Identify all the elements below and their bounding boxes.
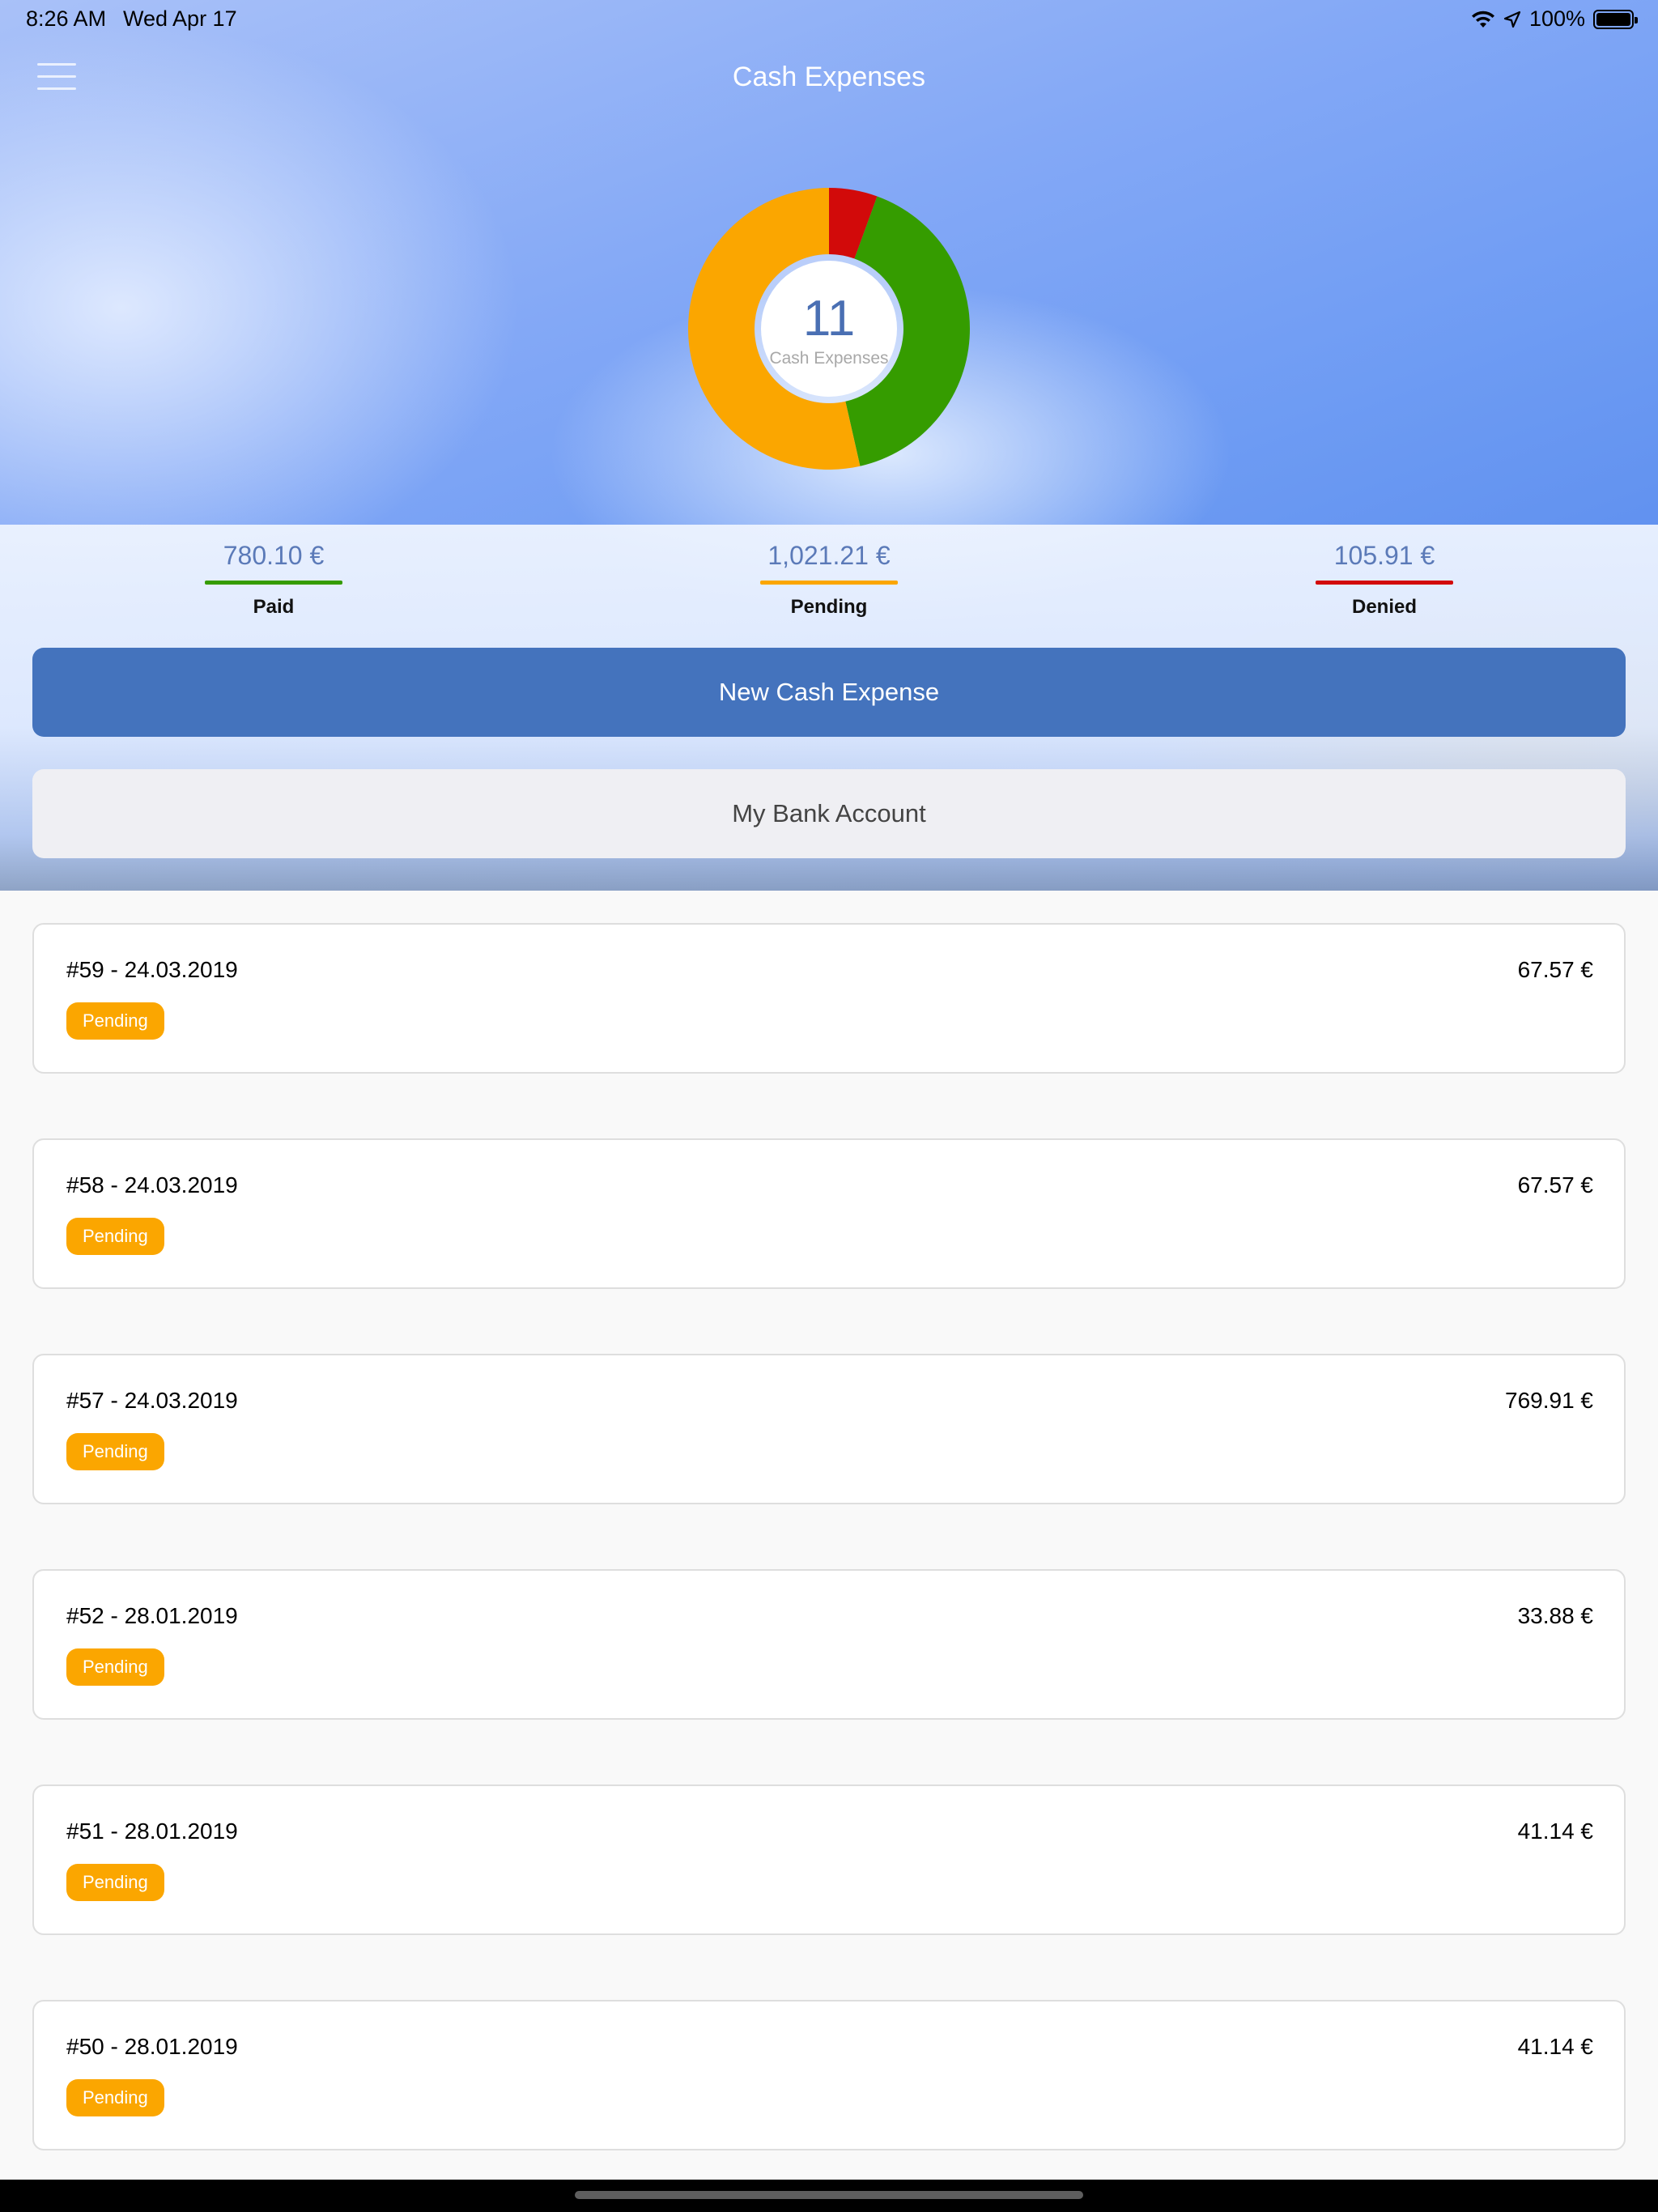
status-badge: Pending (66, 2079, 164, 2116)
total-paid-bar (205, 581, 342, 585)
page-title: Cash Expenses (732, 62, 926, 92)
bottom-bar (0, 2180, 1658, 2212)
expense-amount: 33.88 € (1517, 1603, 1593, 1628)
total-denied: 105.91 € Denied (1247, 541, 1522, 619)
status-badge: Pending (66, 1433, 164, 1470)
battery-icon (1593, 9, 1638, 29)
new-cash-expense-button[interactable]: New Cash Expense (32, 648, 1626, 737)
status-badge: Pending (66, 1648, 164, 1686)
total-paid: 780.10 € Paid (136, 541, 411, 619)
total-pending-bar (760, 581, 898, 585)
expense-title: #58 - 24.03.2019 (66, 1172, 238, 1197)
battery-percentage: 100% (1528, 6, 1585, 31)
expense-card[interactable]: #59 - 24.03.2019 67.57 € Pending (32, 923, 1626, 1074)
expense-card[interactable]: #58 - 24.03.2019 67.57 € Pending (32, 1138, 1626, 1289)
wifi-icon (1471, 11, 1494, 28)
location-icon (1503, 11, 1521, 28)
status-date: Wed Apr 17 (123, 6, 237, 31)
expense-title: #50 - 28.01.2019 (66, 2034, 238, 2059)
total-paid-amount: 780.10 € (223, 541, 325, 570)
status-time: 8:26 AM (26, 6, 107, 31)
expense-card[interactable]: #51 - 28.01.2019 41.14 € Pending (32, 1784, 1626, 1935)
expense-title: #52 - 28.01.2019 (66, 1603, 238, 1628)
total-pending-amount: 1,021.21 € (767, 541, 891, 570)
expense-donut-chart: 11 Cash Expenses (687, 186, 971, 471)
expense-card[interactable]: #52 - 28.01.2019 33.88 € Pending (32, 1569, 1626, 1720)
total-denied-label: Denied (1351, 596, 1417, 618)
my-bank-account-button[interactable]: My Bank Account (32, 769, 1626, 858)
total-paid-label: Paid (253, 596, 295, 618)
status-badge: Pending (66, 1864, 164, 1901)
total-pending: 1,021.21 € Pending (691, 541, 967, 619)
expense-card[interactable]: #57 - 24.03.2019 769.91 € Pending (32, 1354, 1626, 1504)
expense-title: #57 - 24.03.2019 (66, 1388, 238, 1413)
expense-amount: 769.91 € (1505, 1388, 1593, 1413)
expense-card[interactable]: #50 - 28.01.2019 41.14 € Pending (32, 2000, 1626, 2150)
expense-amount: 67.57 € (1517, 957, 1593, 982)
status-bar: 8:26 AM Wed Apr 17 100% (0, 0, 1658, 39)
status-indicators: 100% (1471, 6, 1638, 32)
expense-count-label: Cash Expenses (769, 349, 889, 368)
expense-amount: 67.57 € (1517, 1172, 1593, 1197)
status-badge: Pending (66, 1002, 164, 1040)
expense-title: #51 - 28.01.2019 (66, 1819, 238, 1844)
expense-list: #59 - 24.03.2019 67.57 € Pending #58 - 2… (0, 891, 1658, 2180)
expense-count: 11 (802, 291, 856, 347)
screen: 8:26 AM Wed Apr 17 100% Cash Expenses 11… (0, 0, 1658, 2212)
home-indicator[interactable] (575, 2191, 1083, 2199)
total-denied-amount: 105.91 € (1333, 541, 1435, 570)
total-denied-bar (1316, 581, 1453, 585)
status-totals: 780.10 € Paid 1,021.21 € Pending 105.91 … (0, 541, 1658, 630)
expense-title: #59 - 24.03.2019 (66, 957, 238, 982)
expense-amount: 41.14 € (1517, 1819, 1593, 1844)
expense-amount: 41.14 € (1517, 2034, 1593, 2059)
total-pending-label: Pending (790, 596, 868, 618)
donut-center: 11 Cash Expenses (758, 257, 900, 400)
status-badge: Pending (66, 1218, 164, 1255)
